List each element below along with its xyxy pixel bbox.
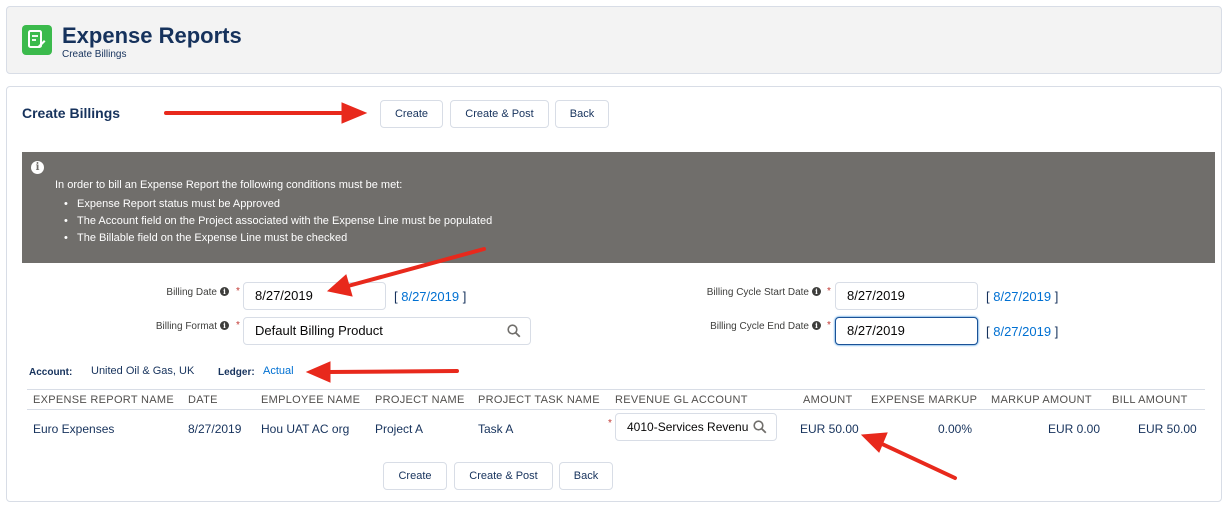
arrow-icon [860,432,957,480]
arrow-icon [164,102,368,124]
arrow-icon [305,361,459,383]
annotation-arrows [164,102,957,480]
arrow-icon [326,247,486,297]
